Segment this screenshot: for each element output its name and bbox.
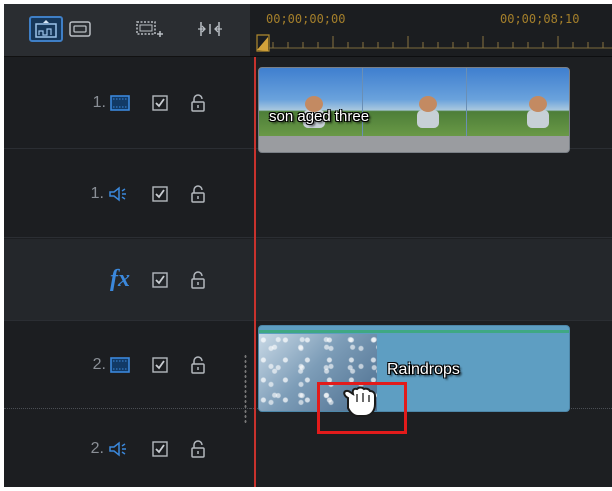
video-track-icon [110,94,130,111]
track-number: 2. [92,356,106,373]
track-header-effects[interactable]: fx [4,239,250,321]
playhead-line[interactable] [254,57,256,487]
clip-audio-strip [259,136,569,152]
track-header-audio-2[interactable]: 2. [4,410,250,487]
overlay-clip[interactable]: Raindrops [258,325,570,412]
track-enable-checkbox[interactable] [152,357,168,373]
clip-volume-line [259,330,569,333]
timeline-view-button[interactable] [64,16,96,42]
fit-timeline-button[interactable] [190,16,230,42]
drag-highlight-box [317,382,407,434]
track-header-video-1[interactable]: 1. [4,57,250,149]
child-head [529,96,547,112]
end-timecode: 00;00;08;10 [500,12,580,26]
audio-track-icon [108,185,130,202]
track-header-audio-1[interactable]: 1. [4,150,250,238]
unlock-icon[interactable] [190,270,206,289]
time-ruler[interactable]: 00;00;00;00 00;00;08;10 [250,4,612,57]
track-row-effects[interactable] [250,239,612,321]
track-number: 1. [92,93,106,111]
fx-track-label: fx [110,266,130,292]
track-enable-checkbox[interactable] [152,440,168,457]
track-row-audio-1[interactable] [250,150,612,238]
child-figure [527,110,549,128]
track-headers: 1. 1. fx 2. 2. [4,57,250,487]
panel-splitter-handle[interactable] [244,354,247,424]
audio-track-icon [108,440,130,457]
start-timecode: 00;00;00;00 [266,12,346,26]
unlock-icon[interactable] [190,93,206,112]
child-head [419,96,437,112]
timeline-tracks-area[interactable]: son aged three Raindrops [250,57,612,487]
video-track-icon [110,357,130,373]
unlock-icon[interactable] [190,356,206,374]
add-chapter-icon [136,21,163,37]
track-enable-checkbox[interactable] [152,94,168,111]
track-enable-checkbox[interactable] [152,271,168,288]
clip-thumbnail [259,68,363,138]
video-clip[interactable]: son aged three [258,67,570,153]
track-row-audio-2[interactable] [250,410,612,487]
track-number: 2. [90,439,104,457]
overlay-clip-title: Raindrops [387,361,460,378]
unlock-icon[interactable] [190,184,206,203]
storyboard-view-button[interactable] [29,16,63,42]
timeline-toolbar [4,4,250,57]
playhead-marker-icon[interactable] [256,34,270,52]
clip-thumbnails [259,68,569,138]
track-header-video-2[interactable]: 2. [4,322,250,409]
track-enable-checkbox[interactable] [152,185,168,202]
track-number: 1. [90,184,104,202]
child-figure [417,110,439,128]
clip-thumbnail [467,68,569,138]
fit-timeline-icon [198,22,222,36]
add-chapter-button[interactable] [130,16,170,42]
unlock-icon[interactable] [190,439,206,458]
timeline-view-icon [69,21,91,37]
video-clip-title: son aged three [269,108,370,125]
storyboard-icon [35,20,57,38]
timeline-editor: 00;00;00;00 00;00;08;10 1. 1. fx 2. 2. s… [4,4,612,487]
clip-thumbnail [363,68,467,138]
